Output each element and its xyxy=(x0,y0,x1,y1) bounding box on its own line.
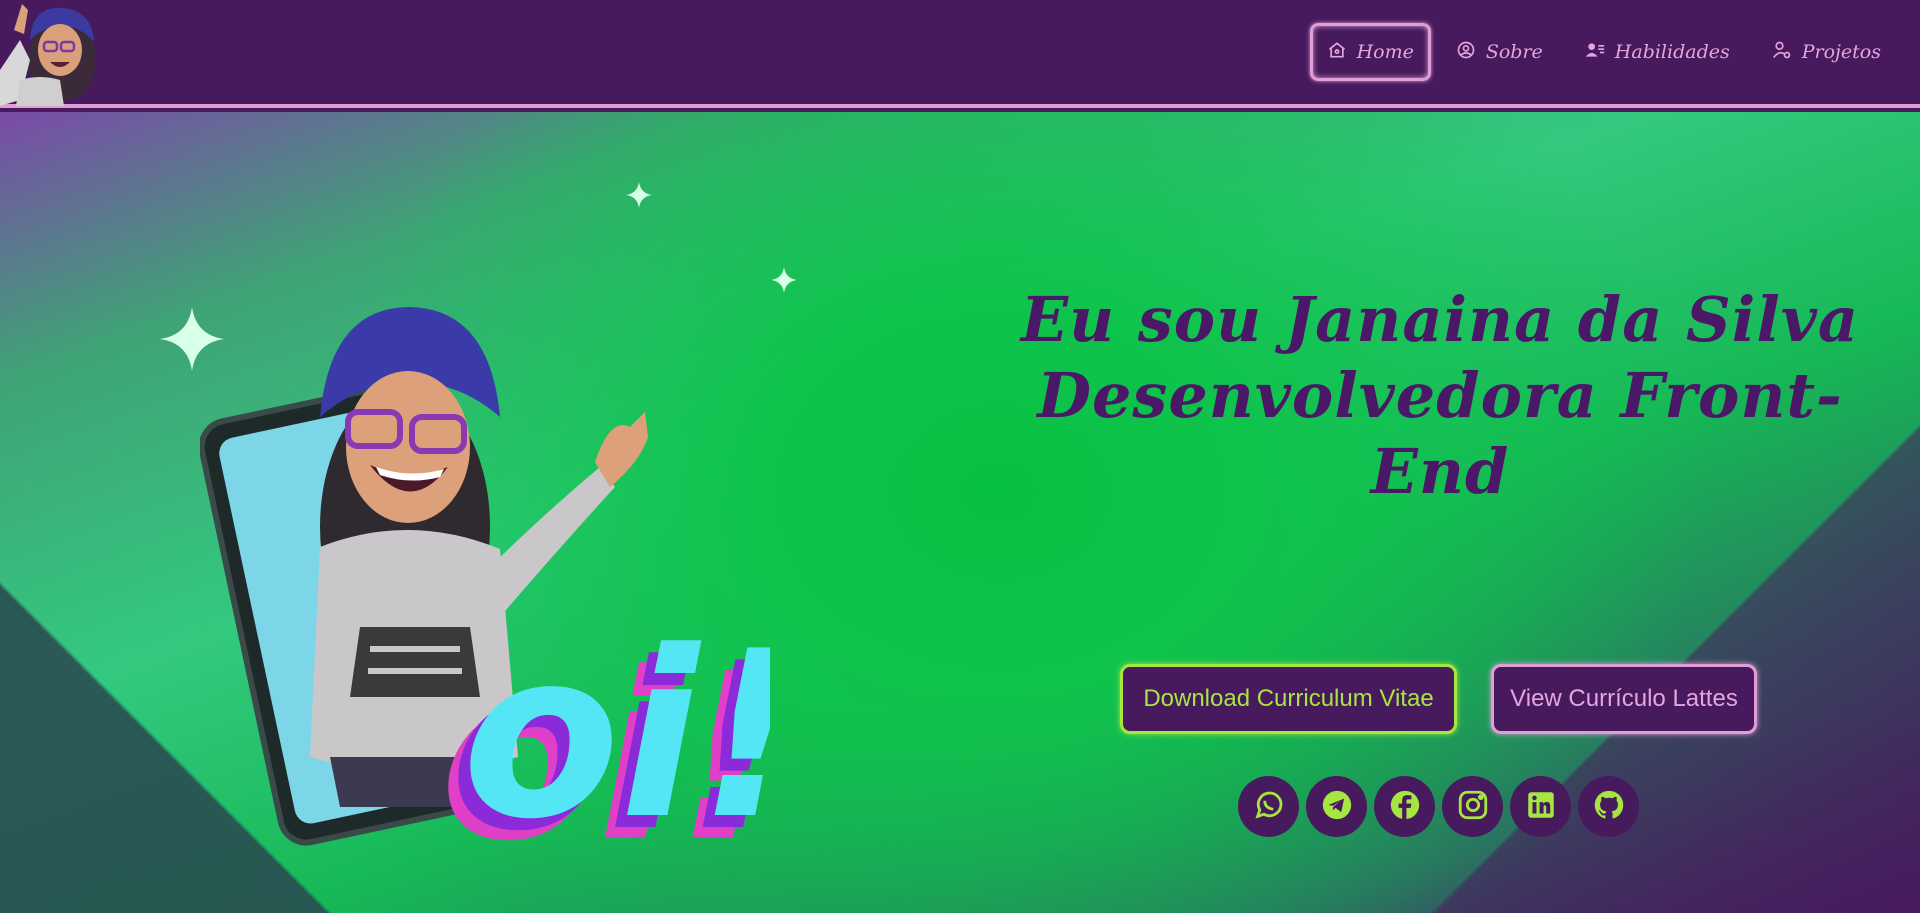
facebook-link[interactable] xyxy=(1374,776,1435,837)
user-gear-icon xyxy=(1772,40,1792,65)
github-link[interactable] xyxy=(1578,776,1639,837)
telegram-icon xyxy=(1320,788,1354,826)
nav-item-habilidades[interactable]: Habilidades xyxy=(1568,23,1747,81)
github-icon xyxy=(1592,788,1626,826)
view-lattes-button[interactable]: View Currículo Lattes xyxy=(1491,664,1757,734)
nav-label-habilidades: Habilidades xyxy=(1614,41,1730,63)
navbar: Home Sobre Habilidades Projetos xyxy=(0,0,1920,108)
headline-line2: Desenvolvedora Front-End xyxy=(1037,359,1843,508)
cta-row: Download Curriculum Vitae View Currículo… xyxy=(1120,664,1757,734)
headline-line1: Eu sou Janaina da Silva xyxy=(1020,283,1860,356)
download-cv-button[interactable]: Download Curriculum Vitae xyxy=(1120,664,1457,734)
hero-section: oi! oi! oi! Eu sou Janaina da Silva Dese… xyxy=(0,112,1920,913)
home-icon xyxy=(1327,40,1347,65)
instagram-icon xyxy=(1456,788,1490,826)
sparkle-icon xyxy=(626,182,652,208)
hero-illustration: oi! oi! oi! xyxy=(198,287,804,892)
nav-links: Home Sobre Habilidades Projetos xyxy=(1309,22,1898,82)
whatsapp-icon xyxy=(1252,788,1286,826)
linkedin-link[interactable] xyxy=(1510,776,1571,837)
nav-label-sobre: Sobre xyxy=(1485,41,1543,63)
nav-item-projetos[interactable]: Projetos xyxy=(1755,23,1898,81)
facebook-icon xyxy=(1388,788,1422,826)
whatsapp-link[interactable] xyxy=(1238,776,1299,837)
page-title: Eu sou Janaina da Silva Desenvolvedora F… xyxy=(985,282,1895,510)
social-links xyxy=(1238,776,1639,837)
telegram-link[interactable] xyxy=(1306,776,1367,837)
avatar[interactable] xyxy=(0,0,100,106)
svg-text:oi!: oi! xyxy=(462,603,770,870)
linkedin-icon xyxy=(1524,788,1558,826)
nav-label-home: Home xyxy=(1356,41,1414,63)
user-list-icon xyxy=(1585,40,1605,65)
nav-item-home[interactable]: Home xyxy=(1309,23,1431,81)
user-circle-icon xyxy=(1456,40,1476,65)
sparkle-icon xyxy=(771,267,797,293)
nav-item-sobre[interactable]: Sobre xyxy=(1439,23,1560,81)
instagram-link[interactable] xyxy=(1442,776,1503,837)
nav-label-projetos: Projetos xyxy=(1801,41,1881,63)
